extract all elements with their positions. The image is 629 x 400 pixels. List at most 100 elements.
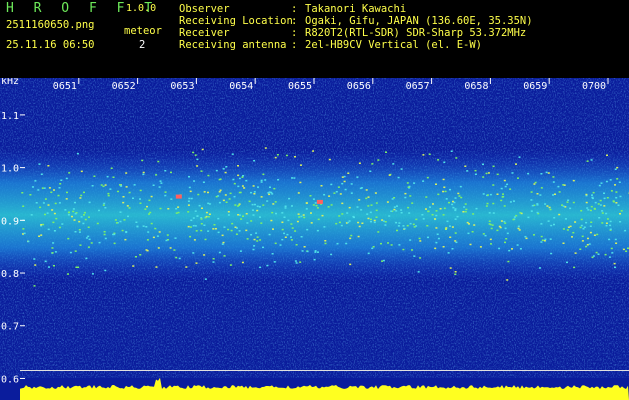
band-speckle-dot bbox=[234, 226, 237, 228]
band-speckle-dot bbox=[290, 223, 293, 225]
band-speckle-dot bbox=[323, 194, 326, 196]
band-speckle-dot bbox=[294, 260, 297, 262]
band-speckle-dot bbox=[546, 205, 549, 207]
band-speckle-dot bbox=[605, 224, 608, 227]
band-speckle-dot bbox=[466, 170, 469, 172]
band-speckle-dot bbox=[498, 225, 501, 228]
band-speckle-dot bbox=[48, 266, 50, 268]
band-speckle-dot bbox=[356, 176, 359, 178]
band-speckle-dot bbox=[594, 201, 597, 204]
band-speckle-dot bbox=[42, 223, 45, 226]
band-speckle-dot bbox=[519, 212, 522, 214]
band-speckle-dot bbox=[204, 238, 207, 241]
band-speckle-dot bbox=[257, 186, 259, 188]
receiver-label: Receiver bbox=[179, 27, 230, 39]
band-speckle-dot bbox=[128, 207, 131, 209]
band-speckle-dot bbox=[248, 200, 251, 203]
band-speckle-dot bbox=[260, 179, 263, 182]
band-speckle-dot bbox=[422, 154, 425, 156]
band-speckle-dot bbox=[386, 201, 389, 203]
band-speckle-dot bbox=[103, 233, 106, 236]
band-speckle-dot bbox=[539, 267, 541, 269]
band-speckle-dot bbox=[229, 264, 232, 266]
band-speckle-dot bbox=[601, 212, 604, 214]
band-speckle-dot bbox=[448, 201, 450, 204]
band-speckle-dot bbox=[80, 194, 83, 197]
band-speckle-dot bbox=[415, 218, 418, 221]
band-speckle-dot bbox=[259, 216, 261, 218]
band-speckle-dot bbox=[225, 166, 228, 168]
band-speckle-dot bbox=[314, 251, 317, 253]
band-speckle-dot bbox=[250, 220, 253, 222]
band-speckle-dot bbox=[485, 172, 488, 175]
band-speckle-dot bbox=[317, 251, 319, 253]
band-speckle-dot bbox=[444, 190, 447, 193]
band-speckle-dot bbox=[286, 233, 289, 236]
band-speckle-dot bbox=[185, 266, 188, 268]
antenna-value: 2el-HB9CV Vertical (el. E-W) bbox=[305, 39, 483, 51]
file-name: 2511160650.png bbox=[6, 19, 95, 31]
band-speckle-dot bbox=[320, 185, 323, 187]
band-speckle-dot bbox=[371, 247, 374, 250]
band-speckle-dot bbox=[198, 204, 201, 207]
band-speckle-dot bbox=[475, 207, 478, 210]
band-speckle-dot bbox=[104, 184, 107, 186]
band-speckle-dot bbox=[196, 158, 199, 161]
band-speckle-dot bbox=[624, 229, 627, 232]
band-speckle-dot bbox=[194, 225, 197, 227]
band-speckle-dot bbox=[435, 227, 438, 229]
band-speckle-dot bbox=[333, 192, 336, 194]
band-speckle-dot bbox=[580, 218, 583, 221]
band-speckle-dot bbox=[443, 186, 446, 188]
band-speckle-dot bbox=[517, 225, 520, 228]
band-speckle-dot bbox=[426, 225, 429, 227]
band-speckle-dot bbox=[439, 208, 442, 210]
band-speckle-dot bbox=[61, 223, 64, 225]
band-speckle-dot bbox=[132, 197, 134, 199]
band-speckle-dot bbox=[435, 214, 438, 217]
band-speckle-dot bbox=[201, 207, 203, 209]
band-speckle-dot bbox=[223, 255, 226, 257]
band-speckle-dot bbox=[284, 236, 287, 238]
band-speckle-dot bbox=[489, 193, 492, 196]
band-speckle-dot bbox=[157, 160, 160, 163]
band-speckle-dot bbox=[443, 207, 446, 210]
band-speckle-dot bbox=[454, 218, 457, 220]
band-speckle-dot bbox=[382, 220, 385, 222]
band-speckle-dot bbox=[256, 236, 259, 238]
band-speckle-dot bbox=[395, 221, 398, 224]
band-speckle-dot bbox=[53, 189, 55, 191]
band-speckle-dot bbox=[427, 210, 430, 213]
band-speckle-dot bbox=[482, 163, 484, 166]
location-label: Receiving Location bbox=[179, 15, 293, 27]
band-speckle-dot bbox=[57, 194, 60, 197]
band-speckle-dot bbox=[43, 187, 46, 189]
band-speckle-dot bbox=[509, 201, 512, 203]
band-speckle-dot bbox=[566, 201, 569, 203]
band-speckle-dot bbox=[281, 238, 284, 241]
band-speckle-dot bbox=[232, 178, 235, 181]
band-speckle-dot bbox=[580, 210, 583, 212]
band-speckle-dot bbox=[47, 165, 50, 167]
band-speckle-dot bbox=[58, 226, 61, 229]
band-speckle-dot bbox=[142, 171, 145, 174]
time-tick-label: 0652 bbox=[112, 81, 136, 92]
band-speckle-dot bbox=[68, 211, 70, 213]
band-speckle-dot bbox=[283, 232, 286, 235]
band-speckle-dot bbox=[422, 218, 425, 220]
band-speckle-dot bbox=[324, 240, 327, 242]
band-speckle-dot bbox=[237, 214, 240, 216]
band-speckle-dot bbox=[610, 247, 613, 250]
band-speckle-dot bbox=[139, 254, 142, 256]
band-speckle-dot bbox=[518, 156, 521, 158]
band-speckle-dot bbox=[306, 250, 309, 253]
app-version: 1.0.0 bbox=[126, 3, 157, 14]
band-speckle-dot bbox=[370, 204, 373, 206]
frequency-tick-label: 0.8 bbox=[1, 269, 19, 280]
band-speckle-dot bbox=[619, 195, 622, 198]
band-speckle-dot bbox=[148, 213, 150, 215]
band-speckle-dot bbox=[164, 194, 167, 197]
band-speckle-dot bbox=[225, 201, 228, 203]
band-speckle-dot bbox=[449, 236, 452, 238]
receiver-value: R820T2(RTL-SDR) SDR-Sharp 53.372MHz bbox=[305, 27, 527, 39]
